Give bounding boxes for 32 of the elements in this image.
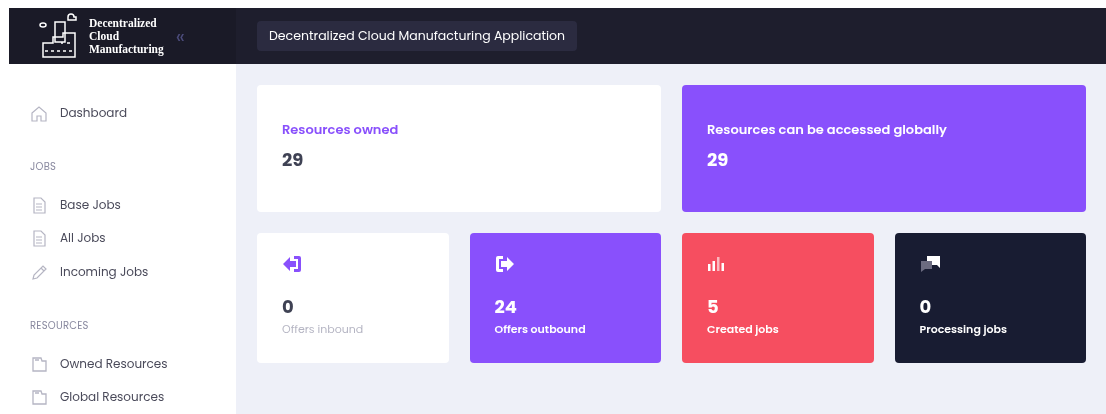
stat-value: 0: [919, 295, 932, 319]
stat-label: Offers inbound: [282, 321, 364, 338]
chat-icon: [919, 255, 942, 273]
logo-text: Manufacturing: [89, 42, 164, 56]
sidebar-link[interactable]: Global Resources: [60, 388, 165, 407]
card-label: Resources can be accessed globally: [707, 120, 947, 140]
section-heading: RESOURCES: [30, 318, 90, 335]
sidebar-link[interactable]: Base Jobs: [60, 196, 121, 214]
logo-text: Decentralized: [89, 16, 158, 30]
card-value: 29: [282, 145, 304, 173]
stat-value: 24: [494, 295, 517, 319]
stat-label: Processing jobs: [919, 321, 1007, 338]
sign-out-icon: [494, 255, 515, 273]
card-value: 29: [707, 145, 729, 173]
document-icon: [30, 229, 48, 248]
sign-in-icon: [282, 255, 302, 273]
stat-label: Created jobs: [707, 321, 779, 338]
sidebar-link[interactable]: All Jobs: [60, 229, 106, 248]
bar-chart-icon: [707, 257, 725, 271]
logo-text: Cloud: [89, 29, 121, 43]
document-icon: [30, 196, 48, 214]
sidebar-link[interactable]: Incoming Jobs: [60, 262, 149, 281]
folder-icon: [30, 354, 48, 373]
folder-icon: [30, 388, 48, 407]
app-title: Decentralized Cloud Manufacturing Application: [257, 20, 578, 52]
sidebar-link[interactable]: Owned Resources: [60, 354, 168, 373]
section-heading: JOBS: [30, 159, 58, 176]
stat-label: Offers outbound: [494, 321, 586, 338]
card-label: Resources owned: [282, 120, 399, 140]
stat-value: 5: [707, 295, 719, 319]
stat-value: 0: [282, 295, 294, 319]
sidebar-link[interactable]: Dashboard: [60, 103, 128, 122]
